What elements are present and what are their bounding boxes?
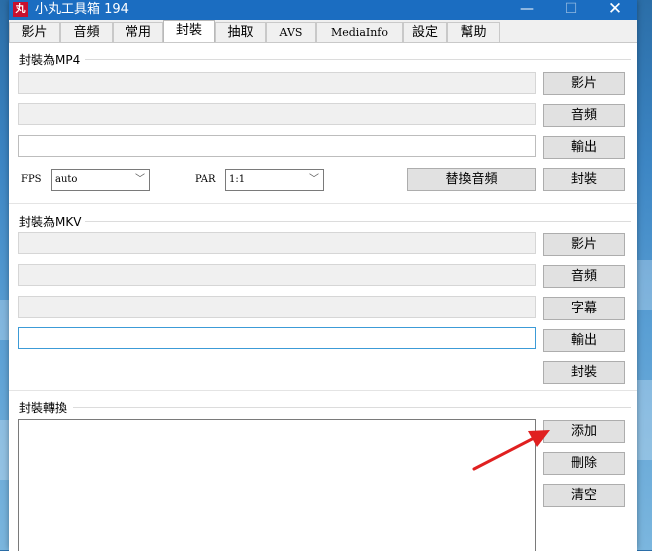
mp4-video-path-field[interactable]: [18, 72, 536, 94]
chevron-down-icon: ﹀: [309, 174, 319, 185]
minimize-button[interactable]: —: [505, 0, 549, 20]
convert-group-label: 封裝轉換: [19, 401, 68, 415]
tab-mux[interactable]: 封裝: [163, 20, 215, 43]
mkv-output-path-field[interactable]: [18, 327, 536, 349]
mkv-subtitle-path-field[interactable]: [18, 296, 536, 318]
fps-select-value: auto: [55, 174, 78, 185]
mux-panel: 封裝為MP4 影片 音頻 輸出 FPS auto ﹀ PAR 1:1 ﹀ 替換音…: [9, 42, 637, 551]
mkv-output-button[interactable]: 輸出: [543, 329, 625, 352]
tab-settings[interactable]: 設定: [403, 22, 447, 42]
mkv-audio-button[interactable]: 音頻: [543, 265, 625, 288]
app-icon: 丸: [13, 2, 28, 17]
tab-extract[interactable]: 抽取: [215, 22, 266, 42]
maximize-button[interactable]: ☐: [549, 0, 593, 20]
tab-avs[interactable]: AVS: [266, 22, 316, 42]
mkv-group-label: 封裝為MKV: [19, 215, 82, 229]
window-title: 小丸工具箱 194: [35, 2, 129, 17]
tab-bar: 影片 音頻 常用 封裝 抽取 AVS MediaInfo 設定 幫助: [9, 20, 637, 43]
delete-button[interactable]: 刪除: [543, 452, 625, 475]
tab-mediainfo[interactable]: MediaInfo: [316, 22, 403, 42]
section-separator: [9, 390, 637, 391]
mp4-group-label: 封裝為MP4: [19, 53, 81, 67]
mp4-audio-button[interactable]: 音頻: [543, 104, 625, 127]
mp4-group-divider: [85, 59, 631, 60]
mkv-subtitle-button[interactable]: 字幕: [543, 297, 625, 320]
chevron-down-icon: ﹀: [135, 174, 145, 185]
mp4-output-button[interactable]: 輸出: [543, 136, 625, 159]
section-separator: [9, 203, 637, 204]
clear-button[interactable]: 清空: [543, 484, 625, 507]
mp4-audio-path-field[interactable]: [18, 103, 536, 125]
title-bar[interactable]: 丸 小丸工具箱 194 — ☐ ✕: [9, 0, 637, 20]
fps-label: FPS: [21, 174, 42, 185]
mp4-output-path-field[interactable]: [18, 135, 536, 157]
mp4-mux-button[interactable]: 封裝: [543, 168, 625, 191]
par-select-value: 1:1: [229, 174, 246, 185]
mkv-video-button[interactable]: 影片: [543, 233, 625, 256]
tab-audio[interactable]: 音頻: [60, 22, 113, 42]
annotation-arrow-icon: [472, 430, 550, 471]
tab-help[interactable]: 幫助: [447, 22, 500, 42]
add-button[interactable]: 添加: [543, 420, 625, 443]
convert-group-divider: [73, 407, 631, 408]
mkv-video-path-field[interactable]: [18, 232, 536, 254]
par-label: PAR: [195, 174, 216, 185]
tab-video[interactable]: 影片: [9, 22, 60, 42]
mkv-mux-button[interactable]: 封裝: [543, 361, 625, 384]
mkv-group-divider: [85, 221, 631, 222]
mkv-audio-path-field[interactable]: [18, 264, 536, 286]
tab-common[interactable]: 常用: [113, 22, 163, 42]
fps-select[interactable]: auto ﹀: [51, 169, 150, 191]
close-button[interactable]: ✕: [593, 0, 637, 20]
convert-file-list[interactable]: [18, 419, 536, 551]
mp4-video-button[interactable]: 影片: [543, 72, 625, 95]
replace-audio-button[interactable]: 替換音頻: [407, 168, 536, 191]
par-select[interactable]: 1:1 ﹀: [225, 169, 324, 191]
